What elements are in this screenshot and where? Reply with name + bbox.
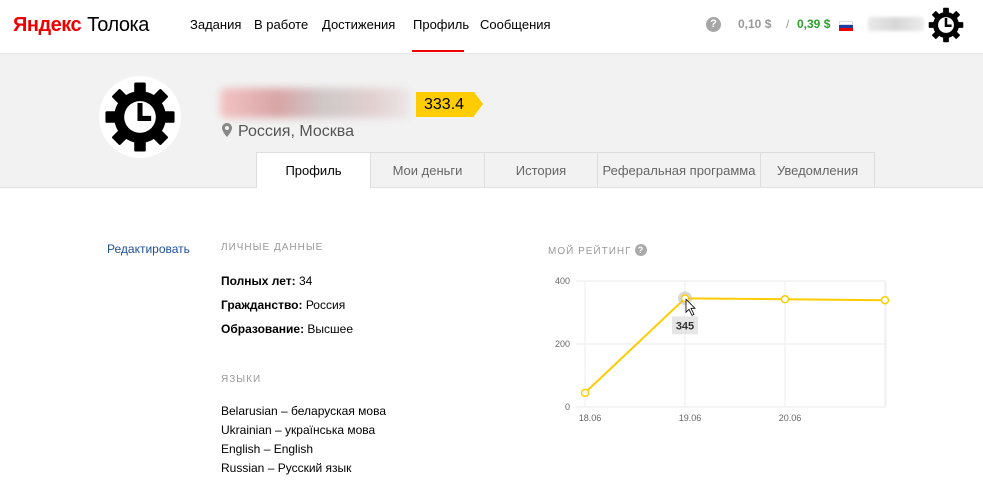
language-item: Russian – Русский язык: [221, 461, 352, 475]
nav-item-achievements[interactable]: Достижения: [322, 17, 395, 32]
rating-score-badge: 333.4: [416, 92, 484, 117]
tab-profile[interactable]: Профиль: [256, 152, 371, 188]
y-tick-label: 400: [555, 276, 570, 286]
language-item: Belarusian – беларуская мова: [221, 404, 386, 418]
user-avatar-small[interactable]: [928, 7, 964, 43]
rating-point: [880, 295, 890, 305]
location-pin-icon: [222, 123, 232, 137]
top-bar: Яндекс Толока Задания В работе Достижения…: [0, 0, 983, 54]
rating-point: [580, 388, 590, 398]
nav-item-in-progress[interactable]: В работе: [254, 17, 308, 32]
edit-profile-link[interactable]: Редактировать: [107, 242, 190, 256]
rating-point: [780, 295, 790, 304]
y-tick-label: 0: [565, 402, 570, 412]
nav-item-profile[interactable]: Профиль: [413, 17, 469, 32]
x-tick-label: 20.06: [779, 413, 802, 423]
logo-toloka: Толока: [87, 14, 149, 36]
help-icon[interactable]: ?: [706, 17, 721, 32]
nav-item-messages[interactable]: Сообщения: [480, 17, 551, 32]
profile-location: Россия, Москва: [222, 123, 354, 141]
personal-data-title: ЛИЧНЫЕ ДАННЫЕ: [221, 242, 324, 253]
age-label: Полных лет:: [221, 274, 296, 288]
tab-history[interactable]: История: [484, 152, 598, 187]
balance-separator: /: [786, 17, 790, 31]
nav-active-indicator: [412, 50, 464, 52]
rating-chart: 0 200 400 18.06 19.06 20.06 345: [555, 276, 890, 423]
x-tick-label: 18.06: [579, 413, 602, 423]
profile-name-blurred: [220, 88, 410, 118]
language-item: Ukrainian – українська мова: [221, 423, 376, 437]
tooltip-value: 345: [676, 320, 694, 332]
tab-referral-program[interactable]: Реферальная программа: [597, 152, 761, 187]
age-value: 34: [295, 274, 313, 288]
citizenship-value: Россия: [302, 298, 346, 312]
logo[interactable]: Яндекс Толока: [13, 14, 149, 37]
clock-gear-icon: [105, 82, 175, 152]
rating-title: МОЙ РЕЙТИНГ?: [548, 244, 647, 257]
available-balance[interactable]: 0,39 $: [797, 17, 830, 31]
pending-balance[interactable]: 0,10 $: [738, 17, 771, 31]
education-field: Образование: Высшее: [221, 322, 353, 336]
tab-my-money[interactable]: Мои деньги: [370, 152, 485, 187]
logo-yandex: Яндекс: [13, 14, 82, 36]
rating-help-icon[interactable]: ?: [634, 244, 647, 256]
age-field: Полных лет: 34: [221, 274, 312, 288]
rating-series-line: [584, 297, 886, 394]
citizenship-field: Гражданство: Россия: [221, 298, 345, 312]
languages-title: ЯЗЫКИ: [221, 374, 262, 385]
education-label: Образование:: [221, 322, 305, 336]
y-tick-label: 200: [555, 339, 570, 349]
education-value: Высшее: [304, 322, 354, 336]
profile-avatar[interactable]: [99, 76, 181, 158]
location-text: Россия, Москва: [238, 123, 354, 140]
nav-item-tasks[interactable]: Задания: [190, 17, 241, 32]
language-item: English – English: [221, 442, 314, 456]
username-blurred[interactable]: [868, 17, 924, 31]
x-tick-label: 19.06: [679, 413, 702, 423]
russia-flag-icon[interactable]: [839, 21, 853, 31]
rating-title-text: МОЙ РЕЙТИНГ: [548, 246, 632, 257]
citizenship-label: Гражданство:: [221, 298, 303, 312]
tab-notifications[interactable]: Уведомления: [760, 152, 875, 187]
clock-gear-icon: [928, 7, 964, 43]
